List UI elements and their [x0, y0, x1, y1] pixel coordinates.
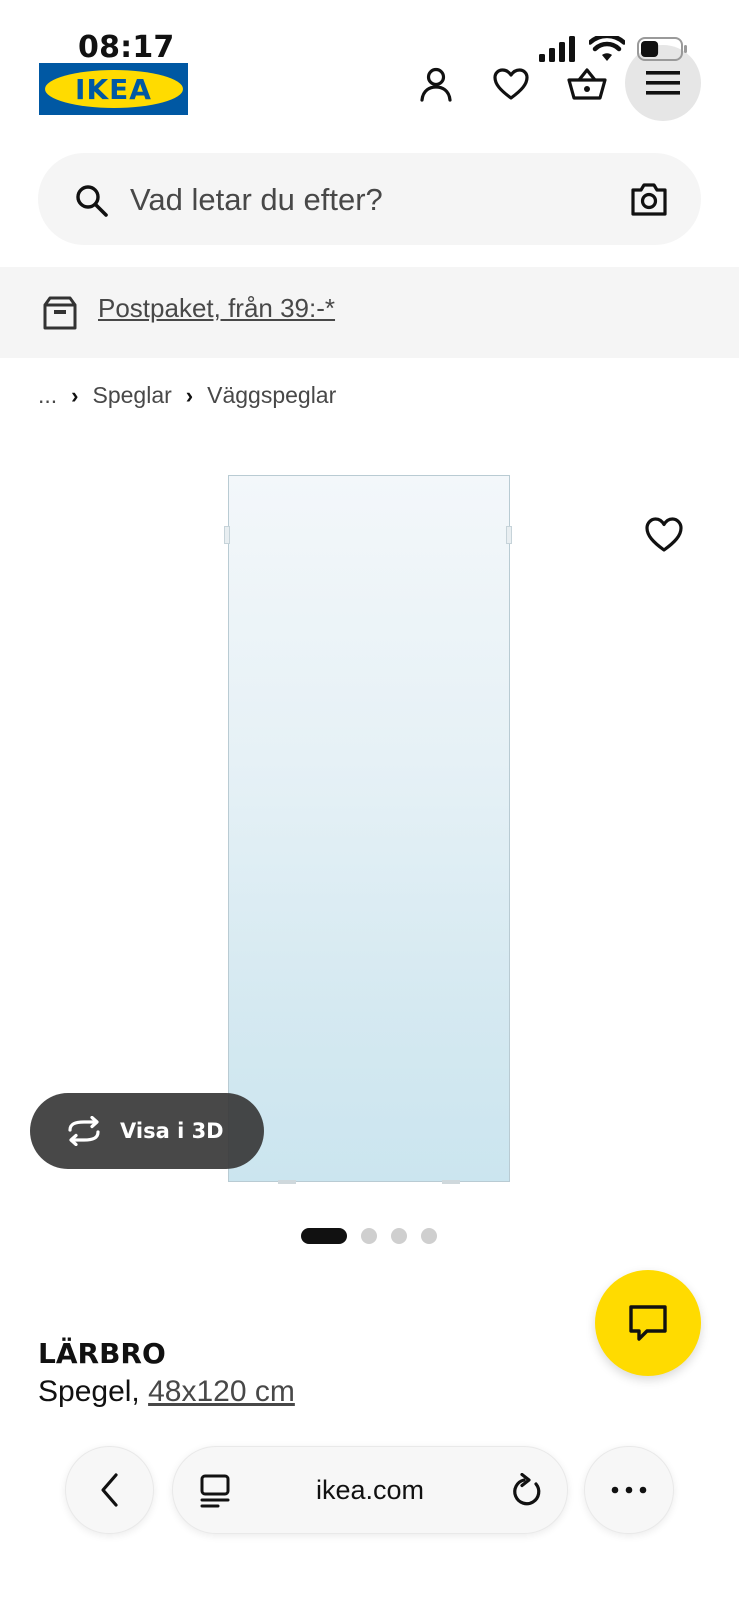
carousel-dot[interactable] [391, 1228, 407, 1244]
chat-button[interactable] [595, 1270, 701, 1376]
account-icon [420, 67, 452, 102]
breadcrumb: ... › Speglar › Väggspeglar [38, 382, 336, 409]
rotate-3d-icon [68, 1116, 100, 1146]
heart-icon [493, 68, 529, 100]
basket-icon [567, 68, 607, 100]
mirror-foot [278, 1180, 296, 1184]
tabs-icon[interactable] [199, 1473, 233, 1509]
search-input[interactable] [128, 175, 592, 225]
wifi-icon [589, 36, 625, 61]
product-description: Spegel, 48x120 cm [38, 1375, 295, 1409]
mirror-foot [442, 1180, 460, 1184]
favorite-heart-icon[interactable] [644, 516, 684, 554]
product-size-link[interactable]: 48x120 cm [148, 1375, 295, 1408]
mirror-clip [224, 526, 230, 544]
breadcrumb-item-speglar[interactable]: Speglar [93, 382, 172, 409]
carousel-dot[interactable] [301, 1228, 347, 1244]
basket-button[interactable] [565, 62, 609, 106]
favorites-button[interactable] [489, 62, 533, 106]
breadcrumb-ellipsis[interactable]: ... [38, 382, 57, 409]
account-button[interactable] [414, 62, 458, 106]
more-button[interactable] [584, 1446, 674, 1534]
ikea-product-page: 08:17 IKEA Vad letar du efter? Postpaket… [0, 0, 739, 1600]
promo-banner: Postpaket, från 39:-* [0, 267, 739, 358]
carousel-indicator [301, 1228, 437, 1244]
breadcrumb-separator: › [71, 382, 79, 408]
reload-icon[interactable] [509, 1473, 543, 1509]
battery-icon [637, 37, 687, 61]
status-time: 08:17 [78, 30, 175, 65]
cellular-signal-icon [539, 36, 575, 62]
carousel-dot[interactable] [421, 1228, 437, 1244]
breadcrumb-separator: › [185, 382, 194, 408]
back-button[interactable] [65, 1446, 154, 1534]
camera-icon[interactable] [629, 181, 669, 217]
chevron-left-icon [100, 1473, 118, 1507]
product-image[interactable] [228, 475, 510, 1182]
product-type: Spegel, [38, 1375, 149, 1408]
view-in-3d-button[interactable]: Visa i 3D [30, 1093, 264, 1169]
view-in-3d-label: Visa i 3D [120, 1119, 224, 1143]
more-icon [611, 1486, 647, 1494]
menu-icon [646, 71, 680, 95]
promo-link[interactable]: Postpaket, från 39:-* [98, 293, 335, 324]
search-bar[interactable] [38, 153, 701, 245]
chat-icon [629, 1305, 667, 1341]
parcel-icon [43, 296, 77, 330]
carousel-dot[interactable] [361, 1228, 377, 1244]
ikea-logo[interactable]: IKEA [39, 63, 188, 115]
breadcrumb-item-vaggspeglar[interactable]: Väggspeglar [207, 382, 336, 409]
url-text[interactable]: ikea.com [316, 1475, 424, 1506]
status-icons [539, 36, 689, 62]
search-icon[interactable] [74, 183, 110, 219]
address-bar[interactable]: ikea.com [172, 1446, 568, 1534]
mirror-clip [506, 526, 512, 544]
logo-text: IKEA [44, 70, 183, 108]
product-name: LÄRBRO [38, 1337, 166, 1370]
